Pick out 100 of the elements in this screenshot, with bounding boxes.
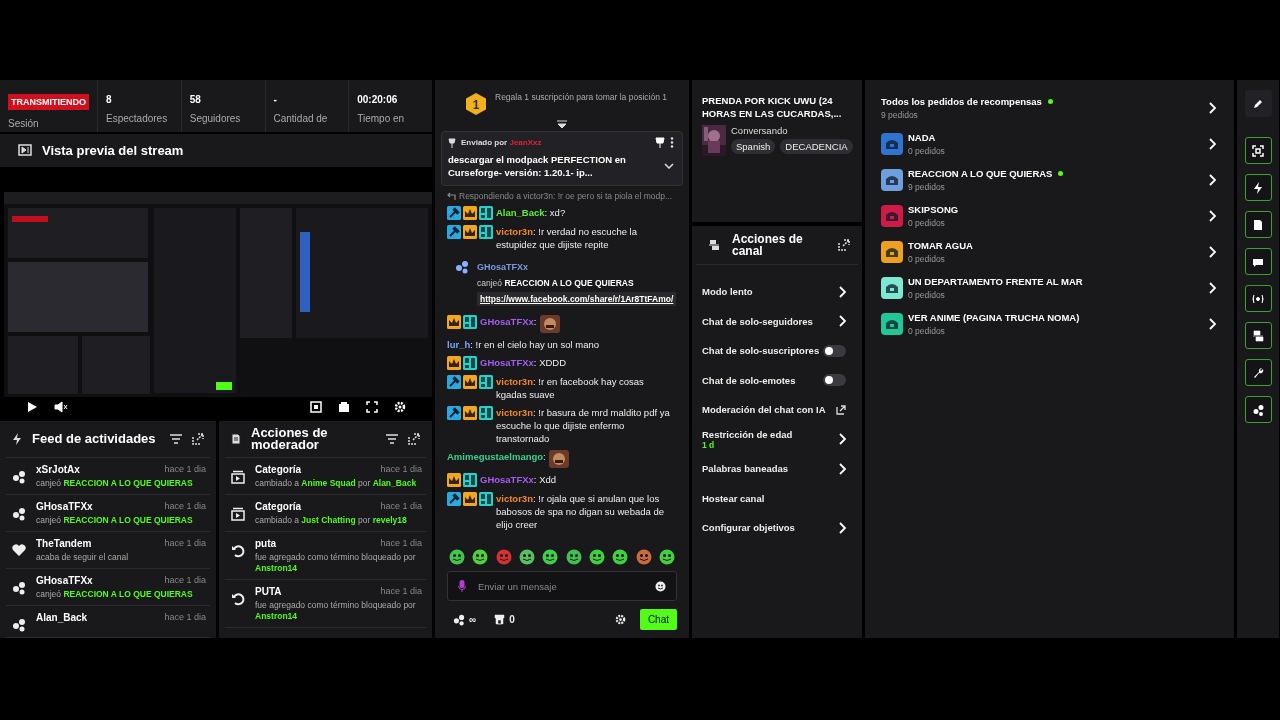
channel-action[interactable]: Hostear canal: [696, 483, 858, 513]
edit-icon: [1252, 97, 1264, 110]
emote-icon[interactable]: [542, 549, 559, 565]
reward-row[interactable]: NADA 0 pedidos: [881, 126, 1218, 162]
mod-badge-icon: [447, 206, 461, 220]
stat-value: -: [273, 94, 278, 105]
pinned-text: descargar el modpack PERFECTION en Curseforge- versión: 1.20.1- ip...: [448, 153, 627, 179]
message-bar[interactable]: Enviar un mensaje: [447, 571, 677, 601]
chevron-right-icon: [1209, 282, 1216, 294]
crown-badge-icon: [463, 206, 477, 220]
settings-icon[interactable]: [614, 614, 626, 625]
heart-icon: [12, 544, 26, 557]
pip-icon[interactable]: [310, 401, 322, 413]
activity-text: canjeó REACCION A LO QUE QUIERAS: [36, 478, 194, 489]
scroll-down-icon[interactable]: [557, 120, 567, 128]
emote-icon[interactable]: [472, 549, 489, 565]
stat-label: Sesión: [8, 118, 40, 129]
filter-icon[interactable]: [170, 434, 182, 444]
emote-icon[interactable]: [519, 549, 535, 565]
sidebar-button[interactable]: [1244, 211, 1272, 238]
stream-title: PRENDA POR KICK UWU (24 HORAS EN LAS CUCARDAS,...: [702, 94, 843, 120]
channel-action[interactable]: Chat de solo-suscriptores: [696, 336, 858, 366]
pin-icon[interactable]: [655, 137, 665, 148]
stat-label: Tiempo en: [357, 113, 406, 124]
emote-icon[interactable]: [449, 549, 465, 565]
action-text: fue agregado como término bloqueado por Anstron14: [255, 600, 417, 622]
sidebar-button[interactable]: [1244, 285, 1272, 312]
chevron-right-icon: [839, 315, 846, 328]
undo-icon: [231, 592, 245, 606]
microphone-icon[interactable]: [458, 580, 466, 592]
popout-icon[interactable]: [408, 433, 420, 445]
channel-action[interactable]: Modo lento: [696, 277, 858, 307]
doc-icon: [1252, 218, 1264, 231]
chat-message: victor3n: !r ojala que si anulan que los babosos de spa no digan su webada de elijo creer: [496, 492, 665, 531]
fullscreen-icon[interactable]: [366, 401, 378, 413]
sidebar-button[interactable]: [1244, 248, 1272, 275]
chat-button[interactable]: Chat: [639, 609, 677, 630]
toggle-switch[interactable]: [823, 374, 846, 387]
toggle-switch[interactable]: [823, 344, 846, 357]
emote-icon[interactable]: [588, 549, 605, 565]
play-icon[interactable]: [26, 401, 38, 413]
sidebar-button[interactable]: [1244, 174, 1272, 201]
time-label: hace 1 dia: [164, 501, 206, 512]
panel-title: Acciones de moderador: [251, 427, 329, 451]
reward-row[interactable]: REACCION A LO QUE QUIERAS 9 pedidos: [881, 162, 1218, 198]
link[interactable]: https://www.facebook.com/share/r/1Ar8TtFAmo/: [477, 292, 677, 306]
tag[interactable]: Spanish: [731, 139, 776, 154]
dots-icon: [12, 581, 26, 595]
channel-action[interactable]: Moderación del chat con IA: [696, 395, 858, 425]
sidebar-button[interactable]: [1244, 396, 1272, 423]
more-icon[interactable]: [670, 137, 674, 148]
emote-icon[interactable]: [612, 549, 629, 565]
channel-action[interactable]: Chat de solo-seguidores: [696, 306, 858, 336]
channel-action[interactable]: Restricción de edad 1 d: [696, 424, 858, 454]
category-name[interactable]: Conversando: [731, 125, 853, 136]
reward-row[interactable]: SKIPSONG 0 pedidos: [881, 198, 1218, 234]
chat-message: victor3n: !r en facebook hay cosas kgadas suave: [496, 375, 645, 401]
mute-icon[interactable]: [54, 401, 68, 413]
emoji-icon[interactable]: [655, 580, 666, 592]
chat-message: victor3n: !r verdad no escuche la estupidez que dijiste repite: [496, 225, 638, 251]
dots-icon: [455, 260, 469, 274]
channel-action[interactable]: Palabras baneadas: [696, 454, 858, 484]
rank-badge: 1: [465, 92, 487, 116]
reward-row[interactable]: VER ANIME (PAGINA TRUCHA NOMA) 0 pedidos: [881, 306, 1218, 342]
popout-icon[interactable]: [192, 433, 204, 445]
emote-icon[interactable]: [658, 549, 675, 565]
chat-message: GHosaTFXx: XDDD: [480, 356, 567, 369]
sidebar-button[interactable]: [1244, 137, 1272, 164]
redeem-text: canjeó REACCION A LO QUE QUIERAS: [477, 278, 635, 288]
time-label: hace 1 dia: [164, 575, 206, 586]
chevron-down-icon[interactable]: [664, 163, 674, 169]
sub-badge-icon: [479, 206, 493, 220]
message-field[interactable]: Enviar un mensaje: [476, 579, 645, 593]
chevron-right-icon: [839, 521, 846, 534]
emote-icon[interactable]: [635, 549, 652, 565]
video-icon: [231, 507, 245, 521]
store-icon[interactable]: [494, 614, 506, 625]
sidebar-button[interactable]: [1244, 90, 1272, 117]
emote-icon[interactable]: [565, 549, 582, 565]
tag[interactable]: DECADENCIA: [780, 139, 853, 154]
reward-row[interactable]: Todos los pedidos de recompensas 9 pedidos: [881, 90, 1218, 126]
emote-icon[interactable]: [495, 549, 512, 565]
channel-action[interactable]: Configurar objetivos: [696, 513, 858, 543]
filter-icon[interactable]: [386, 434, 398, 444]
reward-row[interactable]: TOMAR AGUA 0 pedidos: [881, 234, 1218, 270]
user-name: Alan_Back: [36, 612, 88, 623]
sub-badge-icon: [463, 315, 477, 329]
external-link-icon: [836, 404, 846, 415]
theater-icon[interactable]: [338, 401, 350, 413]
reward-row[interactable]: UN DEPARTAMENTO FRENTE AL MAR 0 pedidos: [881, 270, 1218, 306]
sidebar-button[interactable]: [1244, 322, 1272, 349]
channel-action[interactable]: Chat de solo-emotes: [696, 365, 858, 395]
popout-icon[interactable]: [838, 239, 850, 251]
sub-badge-icon: [479, 406, 493, 420]
crown-badge-icon: [463, 406, 477, 420]
crown-badge-icon: [463, 225, 477, 239]
mod-badge-icon: [447, 492, 461, 506]
live-badge: TRANSMITIENDO: [8, 94, 89, 110]
action-title: Categoría: [255, 501, 302, 512]
chevron-right-icon: [839, 433, 846, 446]
